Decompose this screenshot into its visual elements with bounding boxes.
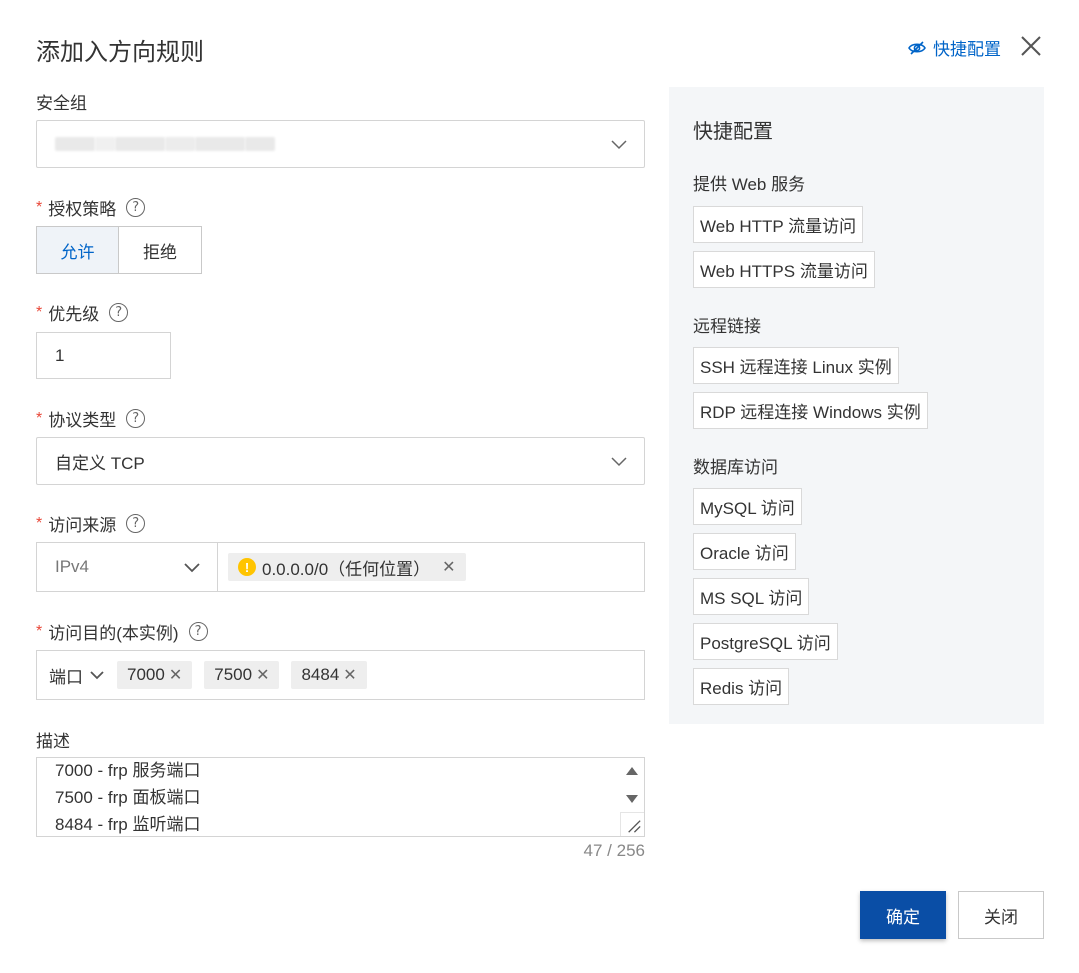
protocol-value: 自定义 TCP <box>55 453 145 473</box>
chevron-down-icon <box>184 563 200 573</box>
protocol-select[interactable]: 自定义 TCP <box>36 437 645 485</box>
close-button[interactable]: 关闭 <box>958 891 1044 939</box>
security-group-label-text: 安全组 <box>36 94 87 113</box>
required-marker: * <box>36 514 43 532</box>
source-field: IPv4 ! 0.0.0.0/0（任何位置） ✕ <box>36 542 645 592</box>
description-textarea[interactable]: 7000 - frp 服务端口 7500 - frp 面板端口 8484 - f… <box>36 757 645 837</box>
quick-config-link-label: 快捷配置 <box>933 40 1001 59</box>
required-marker: * <box>36 303 43 321</box>
warning-icon: ! <box>238 558 256 576</box>
destination-label: * 访问目的(本实例) ? <box>36 619 208 644</box>
dialog-title: 添加入方向规则 <box>36 39 204 66</box>
port-tag-label: 8484 <box>301 665 340 684</box>
required-marker: * <box>36 198 43 216</box>
scroll-down-icon[interactable] <box>626 795 638 803</box>
quick-mssql-button[interactable]: MS SQL 访问 <box>693 578 810 615</box>
remove-tag-icon[interactable]: ✕ <box>442 557 455 577</box>
deny-option[interactable]: 拒绝 <box>119 226 202 274</box>
quick-oracle-button[interactable]: Oracle 访问 <box>693 533 796 570</box>
resize-handle-icon[interactable] <box>620 812 644 836</box>
protocol-label-text: 协议类型 <box>48 411 117 430</box>
help-icon[interactable]: ? <box>126 409 146 428</box>
group-title-web: 提供 Web 服务 <box>693 175 806 194</box>
port-tag: 7000 ✕ <box>117 661 193 689</box>
destination-label-text: 访问目的(本实例) <box>48 624 179 643</box>
auth-policy-label: * 授权策略 ? <box>36 195 146 220</box>
source-type-select[interactable]: IPv4 <box>37 543 218 591</box>
remove-tag-icon[interactable]: ✕ <box>343 665 356 685</box>
port-tag-label: 7000 <box>127 665 165 684</box>
priority-label-text: 优先级 <box>48 305 100 324</box>
source-type-value: IPv4 <box>55 557 90 576</box>
port-tag: 8484 ✕ <box>291 661 367 689</box>
group-title-database: 数据库访问 <box>693 458 778 477</box>
chevron-down-icon <box>90 671 104 680</box>
quick-ssh-button[interactable]: SSH 远程连接 Linux 实例 <box>693 347 899 384</box>
quick-redis-button[interactable]: Redis 访问 <box>693 668 790 705</box>
port-tag-label: 7500 <box>214 665 253 684</box>
source-label-text: 访问来源 <box>48 516 117 535</box>
close-icon[interactable] <box>1018 33 1044 59</box>
auth-policy-label-text: 授权策略 <box>48 200 117 219</box>
group-title-remote: 远程链接 <box>693 317 761 336</box>
scroll-up-icon[interactable] <box>626 767 638 775</box>
chevron-down-icon <box>611 457 627 467</box>
description-label-text: 描述 <box>36 732 70 751</box>
help-icon[interactable]: ? <box>109 303 129 322</box>
priority-label: * 优先级 ? <box>36 300 129 325</box>
quick-rdp-button[interactable]: RDP 远程连接 Windows 实例 <box>693 392 928 429</box>
destination-type-value: 端口 <box>49 667 83 687</box>
destination-field[interactable]: 端口 7000 ✕ 7500 ✕ 8484 ✕ <box>36 650 645 700</box>
protocol-label: * 协议类型 ? <box>36 406 146 431</box>
quick-web-https-button[interactable]: Web HTTPS 流量访问 <box>693 251 875 288</box>
description-lines: 7000 - frp 服务端口 7500 - frp 面板端口 8484 - f… <box>37 758 201 836</box>
remove-tag-icon[interactable]: ✕ <box>256 665 269 685</box>
quick-web-http-button[interactable]: Web HTTP 流量访问 <box>693 206 864 243</box>
allow-option[interactable]: 允许 <box>36 226 119 274</box>
source-label: * 访问来源 ? <box>36 511 146 536</box>
required-marker: * <box>36 409 43 427</box>
help-icon[interactable]: ? <box>126 198 146 217</box>
quick-mysql-button[interactable]: MySQL 访问 <box>693 488 802 525</box>
security-group-select[interactable] <box>36 120 645 168</box>
description-line: 8484 - frp 监听端口 <box>55 815 201 834</box>
remove-tag-icon[interactable]: ✕ <box>169 665 182 685</box>
quick-config-panel: 快捷配置 提供 Web 服务 Web HTTP 流量访问 Web HTTPS 流… <box>669 87 1044 724</box>
eye-off-icon <box>908 40 926 55</box>
quick-config-link[interactable]: 快捷配置 <box>907 35 1001 60</box>
description-label: 描述 <box>36 727 70 752</box>
destination-type-select[interactable]: 端口 <box>49 663 105 688</box>
security-group-value-redacted <box>55 137 275 151</box>
source-tag: ! 0.0.0.0/0（任何位置） ✕ <box>228 553 466 581</box>
description-line: 7500 - frp 面板端口 <box>55 788 201 807</box>
confirm-button[interactable]: 确定 <box>860 891 946 939</box>
security-group-label: 安全组 <box>36 89 87 114</box>
port-tag: 7500 ✕ <box>204 661 280 689</box>
char-count: 47 / 256 <box>583 841 645 860</box>
source-tags-input[interactable]: ! 0.0.0.0/0（任何位置） ✕ <box>218 543 644 591</box>
chevron-down-icon <box>611 140 627 150</box>
help-icon[interactable]: ? <box>126 514 146 533</box>
quick-config-title: 快捷配置 <box>693 121 773 143</box>
quick-postgresql-button[interactable]: PostgreSQL 访问 <box>693 623 838 660</box>
auth-policy-toggle: 允许 拒绝 <box>36 226 202 274</box>
required-marker: * <box>36 622 43 640</box>
priority-input[interactable]: 1 <box>36 332 171 379</box>
description-line: 7000 - frp 服务端口 <box>55 761 201 780</box>
source-tag-label: 0.0.0.0/0（任何位置） <box>262 559 431 579</box>
add-inbound-rule-dialog: 添加入方向规则 快捷配置 安全组 * 授权策略 ? 允许 拒绝 * 优先级 ? … <box>0 0 1079 973</box>
help-icon[interactable]: ? <box>188 622 208 641</box>
